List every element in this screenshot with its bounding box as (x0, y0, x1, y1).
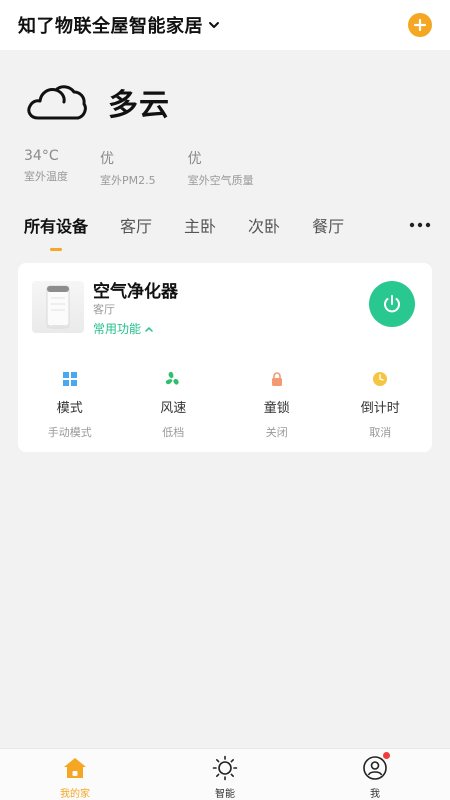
metric-pm25: 优 室外PM2.5 (100, 148, 156, 188)
nav-label: 智能 (215, 789, 235, 800)
nav-my-home[interactable]: 我的家 (0, 749, 150, 800)
top-bar: 知了物联全屋智能家居 (0, 0, 450, 50)
metric-label: 室外空气质量 (187, 174, 254, 187)
air-purifier-image (32, 281, 84, 333)
metric-label: 室外温度 (24, 170, 68, 183)
metric-label: 室外PM2.5 (100, 174, 156, 187)
grid-mode-icon (62, 372, 77, 386)
metric-value: 34°C (24, 148, 59, 164)
quick-functions-label: 常用功能 (93, 322, 142, 336)
home-selector[interactable]: 知了物联全屋智能家居 (18, 12, 221, 38)
function-fan-speed[interactable]: 风速 低档 (122, 371, 226, 440)
function-label: 风速 (160, 401, 187, 416)
chevron-up-icon (145, 326, 153, 332)
tab-living-room[interactable]: 客厅 (120, 213, 152, 237)
function-value: 手动模式 (47, 426, 92, 439)
device-functions: 模式 手动模式 风速 低档 童锁 关闭 倒计时 取消 (18, 371, 432, 440)
function-value: 关闭 (265, 426, 288, 439)
function-child-lock[interactable]: 童锁 关闭 (225, 371, 329, 440)
function-timer[interactable]: 倒计时 取消 (329, 371, 433, 440)
tab-master-bedroom[interactable]: 主卧 (184, 213, 216, 237)
user-icon (363, 756, 387, 780)
timer-icon (373, 372, 388, 386)
quick-functions-toggle[interactable]: 常用功能 (93, 320, 154, 337)
cloudy-icon (27, 85, 87, 120)
function-mode[interactable]: 模式 手动模式 (18, 371, 122, 440)
function-label: 倒计时 (360, 401, 400, 416)
tab-dining-room[interactable]: 餐厅 (312, 213, 344, 237)
function-label: 童锁 (263, 401, 290, 416)
nav-me[interactable]: 我 (300, 749, 450, 800)
function-value: 取消 (369, 426, 392, 439)
home-icon (64, 758, 86, 778)
weather-panel: 多云 34°C 室外温度 优 室外PM2.5 优 室外空气质量 (24, 78, 434, 188)
chevron-down-icon (209, 22, 219, 28)
user-icon-wrap (362, 752, 390, 781)
lock-icon (271, 372, 282, 386)
power-icon (384, 295, 400, 313)
metric-value: 优 (100, 151, 114, 167)
function-value: 低档 (162, 426, 185, 439)
device-card[interactable]: 空气净化器 客厅 常用功能 模式 手动模式 风速 低档 童锁 关闭 倒计时 取消 (18, 263, 432, 452)
nav-label: 我的家 (60, 789, 90, 800)
room-tabs: 所有设备 客厅 主卧 次卧 餐厅 (0, 205, 450, 245)
weather-metrics: 34°C 室外温度 优 室外PM2.5 优 室外空气质量 (24, 148, 434, 188)
more-icon[interactable] (408, 215, 432, 235)
notification-dot (383, 752, 390, 759)
air-purifier-icon (46, 285, 70, 329)
metric-temperature: 34°C 室外温度 (24, 148, 68, 188)
device-name: 空气净化器 (93, 282, 178, 302)
metric-air-quality: 优 室外空气质量 (188, 148, 254, 188)
fan-icon (166, 371, 179, 385)
home-title: 知了物联全屋智能家居 (18, 16, 203, 37)
plus-icon (413, 18, 427, 32)
metric-value: 优 (187, 151, 202, 167)
bottom-nav: 我的家 智能 我 (0, 748, 450, 800)
tab-all-devices[interactable]: 所有设备 (24, 213, 88, 237)
nav-smart[interactable]: 智能 (150, 749, 300, 800)
function-label: 模式 (56, 401, 83, 416)
nav-label: 我 (370, 789, 380, 800)
sun-icon (212, 755, 238, 781)
device-room: 客厅 (93, 303, 115, 316)
tab-second-bedroom[interactable]: 次卧 (248, 213, 280, 237)
weather-condition: 多云 (108, 88, 170, 123)
add-button[interactable] (408, 13, 432, 37)
power-button[interactable] (369, 281, 415, 327)
